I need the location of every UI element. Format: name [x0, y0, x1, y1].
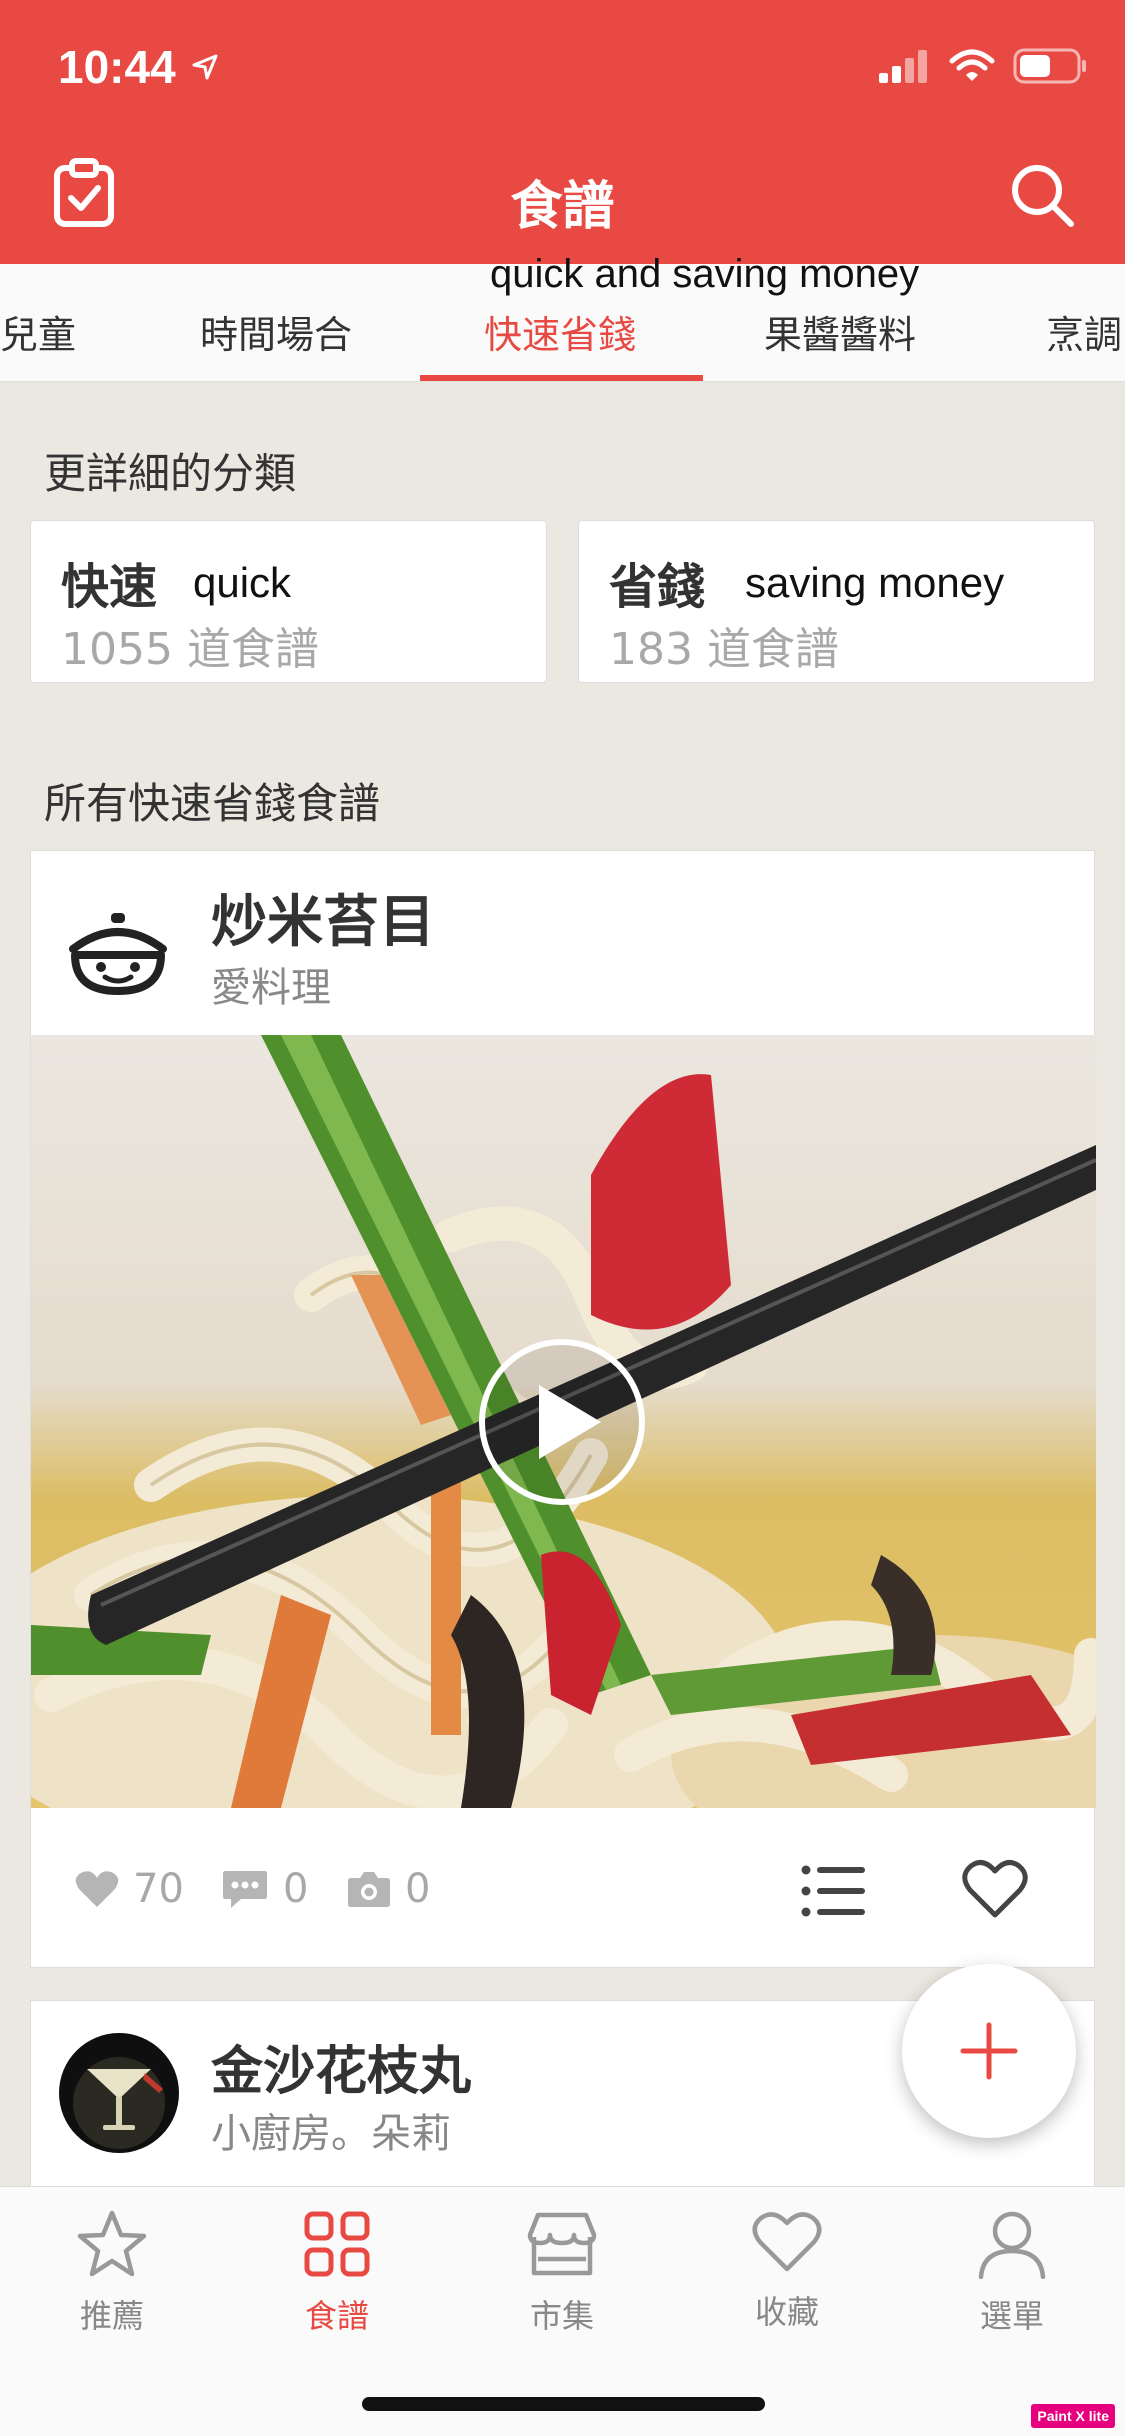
nav-label: 食譜: [304, 2297, 369, 2335]
nav-label: 推薦: [79, 2297, 144, 2335]
camera-icon: [348, 1872, 390, 1907]
pot-logo-icon: [69, 913, 167, 995]
subcategory-name: 省錢: [609, 559, 706, 615]
person-icon: [978, 2211, 1046, 2279]
nav-label: 收藏: [754, 2293, 819, 2331]
likes-count: 70: [133, 1866, 184, 1912]
subcategory-count: 183 道食譜: [609, 624, 839, 675]
page-title: 食譜: [510, 177, 615, 237]
recipe-photo[interactable]: [31, 1035, 1096, 1808]
nav-item-recipes[interactable]: 食譜: [257, 2209, 417, 2337]
nav-label: 選單: [979, 2297, 1044, 2335]
active-tab-indicator: [420, 375, 703, 381]
heart-icon: [752, 2212, 822, 2272]
subcategory-section-title: 更詳細的分類: [44, 449, 297, 498]
status-bar: 10:44: [0, 0, 1125, 140]
comment-icon: [223, 1871, 267, 1908]
subcategory-name: 快速: [61, 559, 158, 615]
favorite-heart-icon[interactable]: [961, 1858, 1029, 1920]
tab-translation-annotation: quick and saving money: [490, 252, 920, 296]
tab-jam-sauce[interactable]: 果醬醬料: [764, 304, 916, 359]
play-video-icon[interactable]: [477, 1337, 647, 1507]
recipe-card[interactable]: 炒米苔目 愛料理 70 0 0: [30, 850, 1096, 1968]
subcategory-translation-annotation: quick: [193, 559, 292, 606]
list-icon[interactable]: [801, 1864, 865, 1918]
tab-time-occasion[interactable]: 時間場合: [200, 304, 352, 359]
nav-item-market[interactable]: 市集: [482, 2209, 642, 2337]
app-header: 10:44 食譜: [0, 0, 1125, 264]
grid-icon: [304, 2211, 370, 2277]
recipe-author[interactable]: 愛料理: [211, 955, 331, 1013]
subcategory-card-saving[interactable]: 省錢 saving money 183 道食譜: [578, 520, 1095, 683]
store-icon: [527, 2212, 597, 2276]
cellular-signal-icon: [879, 50, 927, 83]
comments-stat: 0: [221, 1866, 308, 1912]
recipe-title[interactable]: 金沙花枝丸: [211, 2029, 471, 2104]
tab-quick-saving[interactable]: 快速省錢: [484, 304, 636, 359]
battery-icon: [1013, 48, 1086, 84]
nav-item-favorites[interactable]: 收藏: [707, 2209, 867, 2333]
home-indicator: [362, 2397, 765, 2411]
watermark: Paint X lite: [1031, 2404, 1115, 2428]
navigation-bar: 食譜: [0, 140, 1125, 264]
subcategory-translation-annotation: saving money: [745, 559, 1005, 606]
subcategory-card-quick[interactable]: 快速 quick 1055 道食譜: [30, 520, 547, 683]
author-avatar: [59, 2033, 179, 2153]
plus-icon: [960, 2022, 1018, 2080]
add-recipe-button[interactable]: [902, 1964, 1076, 2138]
location-arrow-icon: [192, 54, 218, 80]
cocktail-glass-icon: [59, 2033, 179, 2153]
recipe-title[interactable]: 炒米苔目: [211, 877, 435, 958]
star-icon: [77, 2210, 147, 2277]
nav-item-menu[interactable]: 選單: [932, 2209, 1092, 2337]
recipe-card-actions: 70 0 0: [31, 1808, 1096, 1968]
recipes-section-title: 所有快速省錢食譜: [44, 779, 381, 828]
tab-cooking[interactable]: 烹調: [1046, 304, 1122, 359]
status-time: 10:44: [58, 41, 176, 93]
recipe-author[interactable]: 小廚房。朵莉: [211, 2101, 451, 2159]
likes-stat: 70: [75, 1866, 184, 1912]
heart-filled-icon: [75, 1871, 119, 1907]
wifi-icon: [949, 49, 995, 81]
comments-count: 0: [283, 1866, 309, 1912]
photos-stat: 0: [347, 1866, 430, 1912]
subcategory-count: 1055 道食譜: [61, 624, 319, 675]
nav-item-recommended[interactable]: 推薦: [32, 2209, 192, 2337]
nav-label: 市集: [529, 2297, 594, 2335]
photos-count: 0: [405, 1866, 431, 1912]
tab-children[interactable]: 兒童: [0, 304, 76, 359]
search-icon[interactable]: [1009, 162, 1075, 228]
